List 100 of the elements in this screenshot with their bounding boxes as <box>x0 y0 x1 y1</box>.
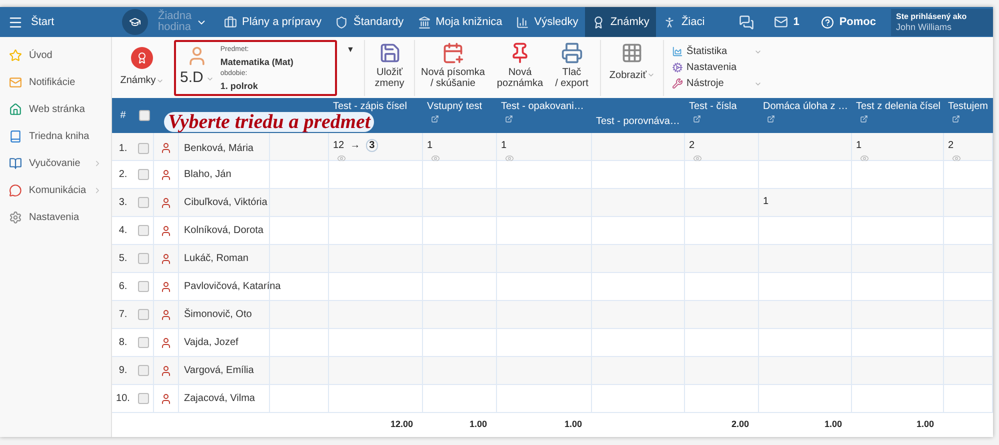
grade-value[interactable]: 1 <box>763 194 769 209</box>
student-name[interactable]: Benková, Mária <box>184 140 254 156</box>
shield-icon <box>335 16 348 28</box>
grade-value[interactable]: 1 <box>427 138 433 153</box>
checkbox[interactable] <box>138 169 149 180</box>
chat-icon <box>9 184 22 197</box>
eye-icon[interactable] <box>431 154 440 163</box>
column-header[interactable]: Vstupný test <box>427 101 482 123</box>
table-row[interactable]: 10. Zajacová, Vilma <box>112 385 993 413</box>
student-name[interactable]: Lukáč, Roman <box>184 251 248 266</box>
table-row[interactable]: 5. Lukáč, Roman <box>112 245 993 273</box>
eye-icon[interactable] <box>337 154 346 163</box>
sidebar-item[interactable]: Notifikácie <box>0 69 111 96</box>
nav-tab[interactable]: Výsledky <box>509 7 586 37</box>
external-link-icon[interactable] <box>952 115 960 123</box>
checkbox[interactable] <box>138 225 149 236</box>
row-number: 4. <box>118 224 128 238</box>
eye-icon[interactable] <box>952 154 961 163</box>
student-name[interactable]: Šimonovič, Oto <box>184 307 252 322</box>
grades-menu-button[interactable]: Známky <box>112 47 172 88</box>
help-link[interactable]: Pomoc <box>839 14 876 30</box>
chat-icon[interactable] <box>739 14 754 30</box>
column-total: 2.00 <box>731 418 749 432</box>
grade-value[interactable]: 2 <box>689 138 695 153</box>
mail-count: 1 <box>793 14 800 30</box>
sidebar-item[interactable]: Úvod <box>0 42 111 69</box>
column-header[interactable]: Test - zápis čísel <box>333 101 407 112</box>
help-icon[interactable] <box>821 16 834 28</box>
user-panel[interactable]: Ste prihlásený ako John Williams <box>891 8 993 36</box>
menu-item[interactable]: Nástroje <box>672 76 762 91</box>
external-link-icon[interactable] <box>767 115 775 123</box>
table-row[interactable]: 3. Cibuľková, Viktória 1 <box>112 189 993 217</box>
external-link-icon[interactable] <box>693 115 701 123</box>
row-number: 9. <box>118 364 128 378</box>
grade-value[interactable]: 12 <box>333 138 344 153</box>
eye-icon[interactable] <box>693 154 702 163</box>
view-button[interactable]: Zobraziť <box>601 40 663 96</box>
menu-item[interactable]: Štatistika <box>672 44 762 59</box>
grade-value[interactable]: 2 <box>948 138 954 153</box>
checkbox[interactable] <box>138 309 149 320</box>
class-dropdown[interactable]: 5.D <box>180 67 214 90</box>
toolbar-button[interactable]: Nová písomka / skúšanie <box>415 40 491 96</box>
row-number: 7. <box>118 308 128 322</box>
checkbox[interactable] <box>138 197 149 208</box>
eye-icon[interactable] <box>860 154 869 163</box>
student-icon <box>160 224 172 236</box>
table-row[interactable]: 4. Kolníková, Dorota <box>112 217 993 245</box>
table-row[interactable]: 6. Pavlovičová, Katarína <box>112 273 993 301</box>
mail-icon[interactable] <box>774 15 788 29</box>
table-row[interactable]: 8. Vajda, Jozef <box>112 329 993 357</box>
toolbar-button[interactable]: Tlač / export <box>549 40 594 96</box>
student-name[interactable]: Vargová, Emília <box>184 363 254 378</box>
nav-tab[interactable]: Štandardy <box>328 7 411 37</box>
student-name[interactable]: Vajda, Jozef <box>184 335 238 350</box>
user-name: John Williams <box>896 22 953 32</box>
table-row[interactable]: 7. Šimonovič, Oto <box>112 301 993 329</box>
student-name[interactable]: Kolníková, Dorota <box>184 223 264 238</box>
external-link-icon[interactable] <box>431 115 439 123</box>
checkbox[interactable] <box>138 253 149 264</box>
nav-tab[interactable]: Moja knižnica <box>410 7 510 37</box>
sidebar-item[interactable]: Vyučovanie <box>0 150 111 177</box>
column-header[interactable]: Testujem <box>948 101 988 123</box>
external-link-icon[interactable] <box>505 115 513 123</box>
toolbar-button[interactable]: Nová poznámka <box>490 40 550 96</box>
checkbox[interactable] <box>138 365 149 376</box>
menu-item[interactable]: Nastavenia <box>672 60 762 75</box>
row-number: 3. <box>118 196 128 210</box>
student-name[interactable]: Cibuľková, Viktória <box>184 195 268 210</box>
sidebar-item[interactable]: Web stránka <box>0 96 111 123</box>
student-name[interactable]: Blaho, Ján <box>184 167 232 182</box>
menu-button[interactable]: Štart <box>0 7 112 37</box>
student-icon <box>160 308 172 320</box>
table-row[interactable]: 9. Vargová, Emília <box>112 357 993 385</box>
nav-tab[interactable]: Žiaci <box>656 7 712 37</box>
student-icon <box>160 392 172 404</box>
selector-caret[interactable]: ▼ <box>346 44 354 56</box>
checkbox[interactable] <box>138 393 149 404</box>
grade-value[interactable]: 1 <box>501 138 507 153</box>
external-link-icon[interactable] <box>860 115 868 123</box>
column-header[interactable]: Test - porovnáva… <box>596 116 680 127</box>
eye-icon[interactable] <box>505 154 514 163</box>
nav-tab[interactable]: Známky <box>585 7 656 37</box>
sidebar-item[interactable]: Triedna kniha <box>0 123 111 150</box>
column-header[interactable]: Test - opakovani… <box>501 101 584 123</box>
checkbox[interactable] <box>138 110 150 121</box>
column-header[interactable]: Test - čísla <box>689 101 737 123</box>
table-row[interactable]: 2. Blaho, Ján <box>112 161 993 189</box>
checkbox[interactable] <box>138 337 149 348</box>
column-header[interactable]: Test z delenia čísel <box>856 101 940 123</box>
sidebar-item[interactable]: Komunikácia <box>0 177 111 204</box>
student-name[interactable]: Zajacová, Vilma <box>184 391 255 406</box>
column-header[interactable]: Domáca úloha z … <box>763 101 848 123</box>
toolbar-button[interactable]: Uložiť zmeny <box>365 40 415 96</box>
nav-tab[interactable]: Plány a prípravy <box>217 7 328 37</box>
checkbox[interactable] <box>138 281 149 292</box>
sidebar-item[interactable]: Nastavenia <box>0 204 111 231</box>
student-name[interactable]: Pavlovičová, Katarína <box>184 279 281 294</box>
grade-value[interactable]: 1 <box>856 138 862 153</box>
checkbox[interactable] <box>138 142 149 154</box>
table-row[interactable]: 1. Benková, Mária 12 → 3 1 1 2 1 2 <box>112 133 993 161</box>
